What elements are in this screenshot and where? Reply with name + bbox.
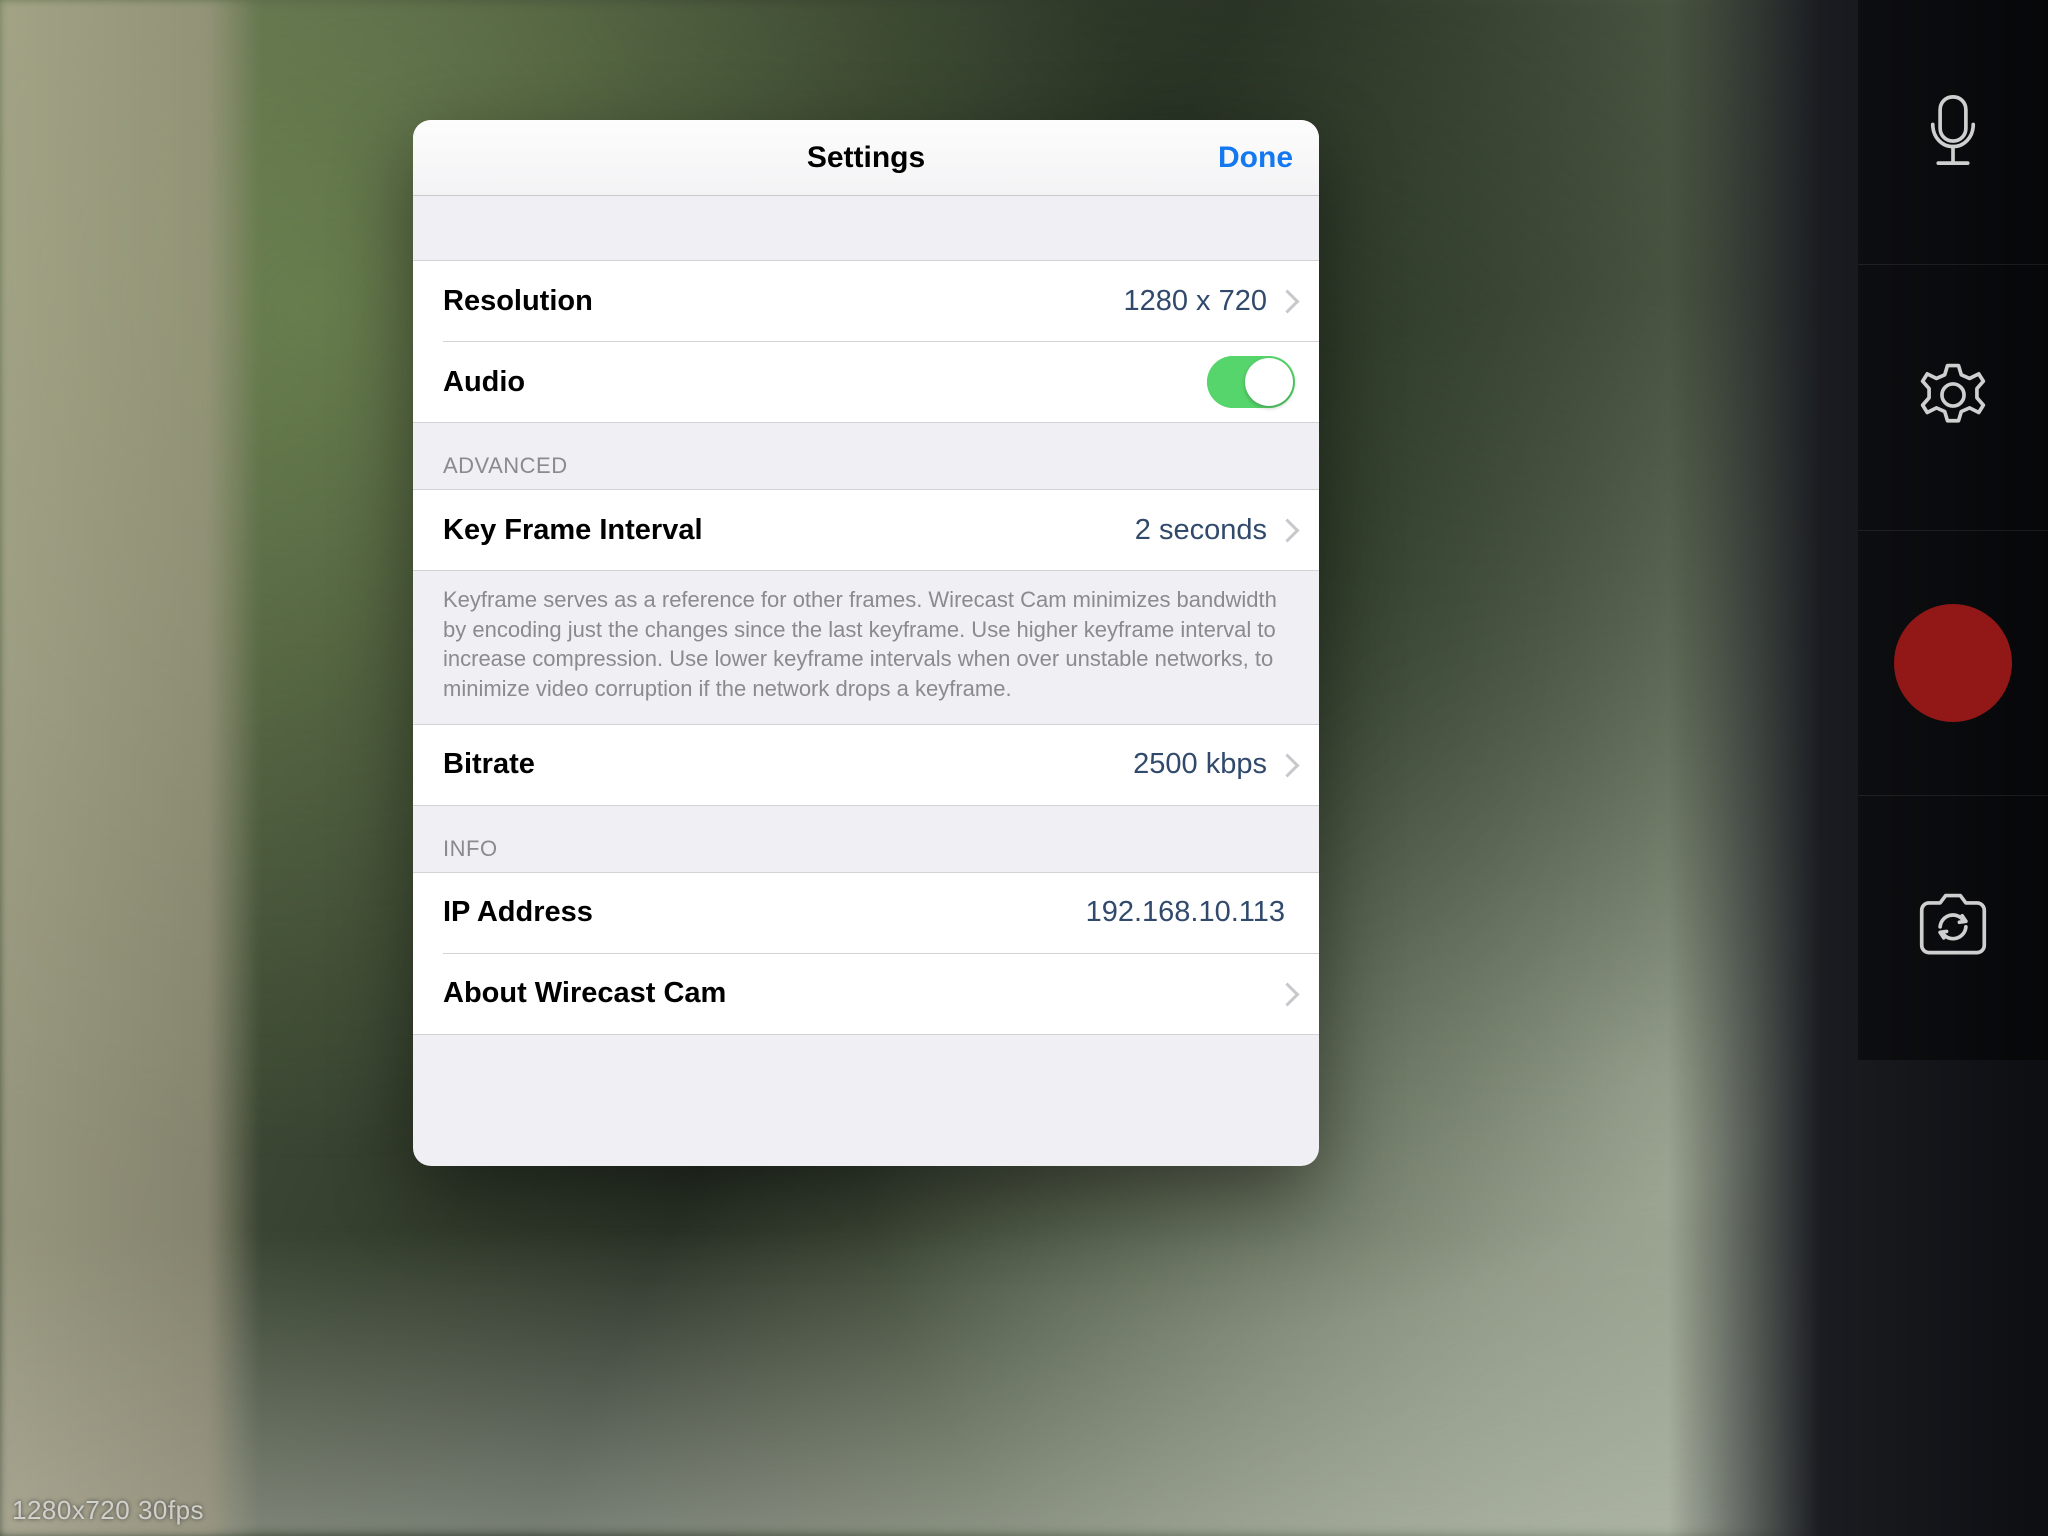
modal-header: Settings Done [413,120,1319,196]
chevron-right-icon [1277,287,1295,315]
settings-button[interactable] [1858,265,2048,530]
mic-button[interactable] [1858,0,2048,265]
section-gap [413,196,1319,260]
control-rail [1858,0,2048,1060]
switch-camera-button[interactable] [1858,796,2048,1060]
hud-status-text: 1280x720 30fps [12,1495,204,1526]
about-row[interactable]: About Wirecast Cam [413,954,1319,1034]
switch-camera-icon [1907,879,1999,976]
resolution-row[interactable]: Resolution 1280 x 720 [413,261,1319,341]
ip-label: IP Address [443,896,593,929]
done-button[interactable]: Done [1218,120,1293,196]
bitrate-label: Bitrate [443,748,535,781]
ip-row: IP Address 192.168.10.113 [413,873,1319,953]
chevron-right-icon [1277,980,1295,1008]
resolution-value: 1280 x 720 [1123,285,1267,318]
settings-gear-icon [1907,349,1999,446]
toggle-knob [1245,358,1293,406]
ip-value: 192.168.10.113 [1086,896,1285,929]
resolution-label: Resolution [443,285,593,318]
settings-modal: Settings Done Resolution 1280 x 720 Audi… [413,120,1319,1166]
bitrate-value: 2500 kbps [1133,748,1267,781]
background-wall [0,0,260,1536]
audio-label: Audio [443,366,525,399]
chevron-right-icon [1277,751,1295,779]
keyframe-label: Key Frame Interval [443,514,703,547]
bitrate-row[interactable]: Bitrate 2500 kbps [413,725,1319,805]
camera-viewport: 1280x720 30fps Settings Done [0,0,2048,1536]
record-icon [1894,604,2012,722]
microphone-icon [1907,84,1999,181]
modal-title: Settings [807,141,925,175]
about-label: About Wirecast Cam [443,977,726,1010]
record-button[interactable] [1858,531,2048,796]
audio-toggle[interactable] [1207,356,1295,408]
basic-section: Resolution 1280 x 720 Audio [413,260,1319,423]
advanced-section-1: Key Frame Interval 2 seconds [413,489,1319,571]
info-header: INFO [413,806,1319,872]
info-section: IP Address 192.168.10.113 About Wirecast… [413,872,1319,1035]
advanced-header: ADVANCED [413,423,1319,489]
keyframe-row[interactable]: Key Frame Interval 2 seconds [413,490,1319,570]
keyframe-value: 2 seconds [1135,514,1267,547]
keyframe-description: Keyframe serves as a reference for other… [413,571,1319,724]
advanced-section-2: Bitrate 2500 kbps [413,724,1319,806]
chevron-right-icon [1277,516,1295,544]
audio-row: Audio [413,342,1319,422]
